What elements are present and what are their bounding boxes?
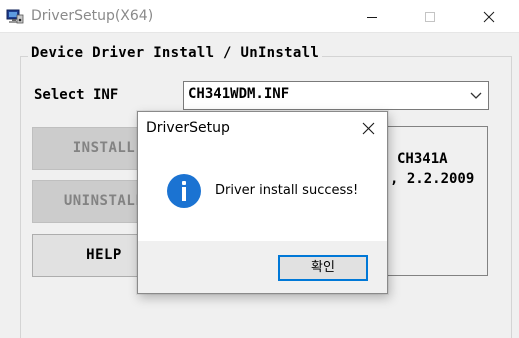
app-icon	[6, 7, 24, 25]
window-title: DriverSetup(X64)	[31, 8, 154, 24]
dialog-close-button[interactable]	[351, 112, 387, 144]
group-title: Device Driver Install / UnInstall	[28, 45, 323, 61]
info-icon	[167, 174, 201, 208]
inf-select[interactable]: CH341WDM.INF	[183, 81, 489, 110]
message-dialog: DriverSetup Driver install success! 확인	[137, 111, 388, 294]
title-bar: DriverSetup(X64)	[0, 0, 519, 33]
maximize-icon	[425, 12, 435, 22]
select-inf-label: Select INF	[34, 87, 119, 103]
inf-select-value: CH341WDM.INF	[188, 86, 290, 102]
close-button[interactable]	[466, 0, 512, 33]
ok-button[interactable]: 확인	[278, 255, 368, 281]
chevron-down-icon	[470, 92, 482, 99]
minimize-icon	[367, 17, 377, 18]
dialog-message: Driver install success!	[215, 183, 359, 198]
maximize-button[interactable]	[407, 0, 453, 33]
dialog-footer: 확인	[138, 241, 387, 293]
dialog-title: DriverSetup	[146, 120, 230, 136]
close-icon	[483, 11, 495, 23]
close-icon	[362, 122, 375, 135]
driver-date: , 2.2.2009	[390, 171, 475, 187]
driver-name: CH341A	[397, 151, 448, 167]
minimize-button[interactable]	[349, 0, 395, 33]
driver-info-panel: CH341A , 2.2.2009	[382, 126, 488, 276]
